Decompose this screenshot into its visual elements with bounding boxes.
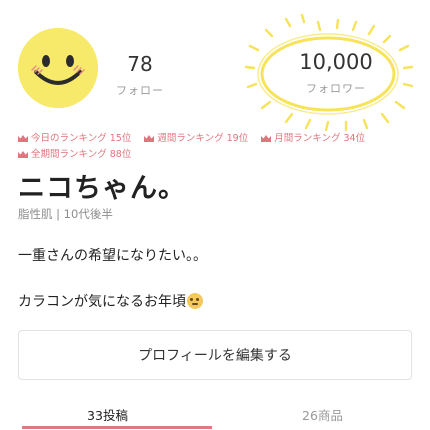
- crown-icon: [18, 135, 28, 142]
- bio-line: 一重さんの希望になりたい。。: [18, 248, 207, 264]
- profile-tabs: 33投稿 26商品: [0, 405, 430, 430]
- follow-label: フォロー: [116, 84, 164, 97]
- follower-label: フォロワー: [306, 82, 366, 95]
- follower-count: 10,000: [299, 50, 373, 74]
- tab-posts[interactable]: 33投稿: [0, 405, 215, 424]
- ranking-all-time[interactable]: 全期間ランキング 88位: [18, 149, 131, 160]
- tab-items[interactable]: 26商品: [215, 405, 430, 424]
- ranking-row: 今日のランキング 15位 週間ランキング 19位 月間ランキング 34位: [18, 130, 375, 144]
- follower-stat[interactable]: 10,000 フォロワー: [276, 50, 396, 96]
- ranking-row: 全期間ランキング 88位: [18, 146, 141, 160]
- follow-stat[interactable]: 78 フォロー: [116, 52, 164, 98]
- edit-profile-button[interactable]: プロフィールを編集する: [18, 330, 412, 380]
- follow-count: 78: [127, 52, 153, 76]
- crown-icon: [144, 135, 155, 142]
- skin-type-age: 脂性肌 | 10代後半: [18, 207, 113, 221]
- username: ニコちゃん。: [18, 173, 186, 204]
- active-tab-indicator: [22, 426, 212, 429]
- avatar[interactable]: [18, 28, 98, 108]
- ranking-monthly[interactable]: 月間ランキング 34位: [261, 133, 365, 144]
- crown-icon: [18, 151, 28, 158]
- ranking-daily[interactable]: 今日のランキング 15位: [18, 133, 134, 144]
- bio-line: カラコンが気になるお年頃: [18, 291, 203, 311]
- smiley-face-icon: [18, 28, 98, 108]
- crown-icon: [261, 135, 272, 142]
- ranking-weekly[interactable]: 週間ランキング 19位: [144, 133, 251, 144]
- pleading-face-emoji-icon: [187, 293, 203, 309]
